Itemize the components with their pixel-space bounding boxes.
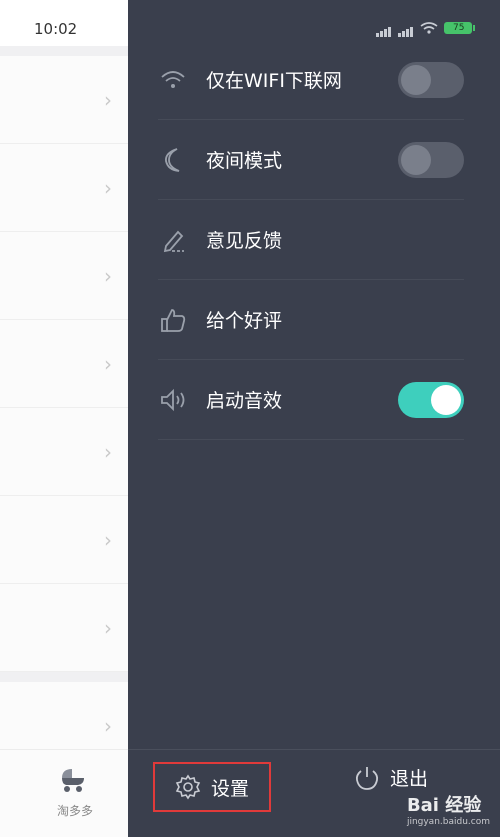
list-item[interactable]: › — [0, 56, 130, 144]
wifi-only-toggle[interactable] — [398, 61, 464, 98]
chevron-right-icon: › — [104, 713, 112, 738]
watermark-brand: Bai 经验 — [406, 795, 482, 816]
night-mode-toggle[interactable] — [398, 141, 464, 178]
signal-icon — [398, 18, 414, 37]
menu-item-rate[interactable]: 给个好评 — [158, 280, 464, 360]
settings-label: 设置 — [211, 777, 250, 800]
pen-icon — [158, 225, 188, 255]
chevron-right-icon: › — [104, 175, 112, 200]
settings-button[interactable]: 设置 — [153, 762, 271, 812]
list-item[interactable]: › — [0, 144, 130, 232]
list-item[interactable]: › — [0, 496, 130, 584]
toggle-knob — [401, 64, 431, 95]
signal-icon — [376, 18, 392, 37]
chevron-right-icon: › — [104, 351, 112, 376]
menu-label: 夜间模式 — [206, 150, 283, 172]
menu-label: 意见反馈 — [206, 230, 283, 252]
startup-sound-toggle[interactable] — [398, 381, 464, 418]
list-separator — [0, 672, 130, 682]
chevron-right-icon: › — [104, 615, 112, 640]
menu-label: 仅在WIFI下联网 — [206, 70, 342, 92]
bottom-tab-app[interactable]: 淘多多 — [0, 749, 130, 837]
side-drawer: 75 仅在WIFI下联网 夜间模式 意见反馈 给个好评 启动音效 设置 退出 B… — [128, 0, 500, 837]
stroller-icon — [62, 769, 84, 792]
chevron-right-icon: › — [104, 527, 112, 552]
logout-button[interactable]: 退出 — [354, 764, 428, 791]
chevron-right-icon: › — [104, 87, 112, 112]
battery-level: 75 — [453, 22, 465, 33]
status-time: 10:02 — [34, 20, 78, 38]
battery-icon: 75 — [444, 21, 475, 34]
toggle-knob — [431, 384, 461, 415]
wifi-status-icon — [420, 21, 438, 34]
logout-label: 退出 — [390, 768, 429, 790]
menu-item-wifi-only[interactable]: 仅在WIFI下联网 — [158, 40, 464, 120]
chevron-right-icon: › — [104, 263, 112, 288]
menu-item-night-mode[interactable]: 夜间模式 — [158, 120, 464, 200]
menu-item-startup-sound[interactable]: 启动音效 — [158, 360, 464, 440]
list-item[interactable]: › — [0, 232, 130, 320]
thumbs-up-icon — [158, 305, 188, 335]
list-item[interactable]: › — [0, 408, 130, 496]
list-item[interactable]: › — [0, 584, 130, 672]
power-icon — [355, 766, 379, 790]
speaker-icon — [158, 385, 188, 415]
chevron-right-icon: › — [104, 439, 112, 464]
status-icons: 75 — [376, 18, 475, 37]
list-item[interactable]: › — [0, 320, 130, 408]
gear-icon — [175, 774, 201, 800]
watermark-url: jingyan.baidu.com — [406, 817, 490, 827]
list-separator — [0, 46, 130, 56]
menu-label: 启动音效 — [206, 390, 283, 412]
moon-icon — [158, 145, 188, 175]
menu-item-feedback[interactable]: 意见反馈 — [158, 200, 464, 280]
toggle-knob — [401, 144, 431, 175]
menu-label: 给个好评 — [206, 310, 283, 332]
wifi-icon — [158, 65, 188, 95]
watermark: Bai 经验 jingyan.baidu.com — [407, 791, 490, 827]
